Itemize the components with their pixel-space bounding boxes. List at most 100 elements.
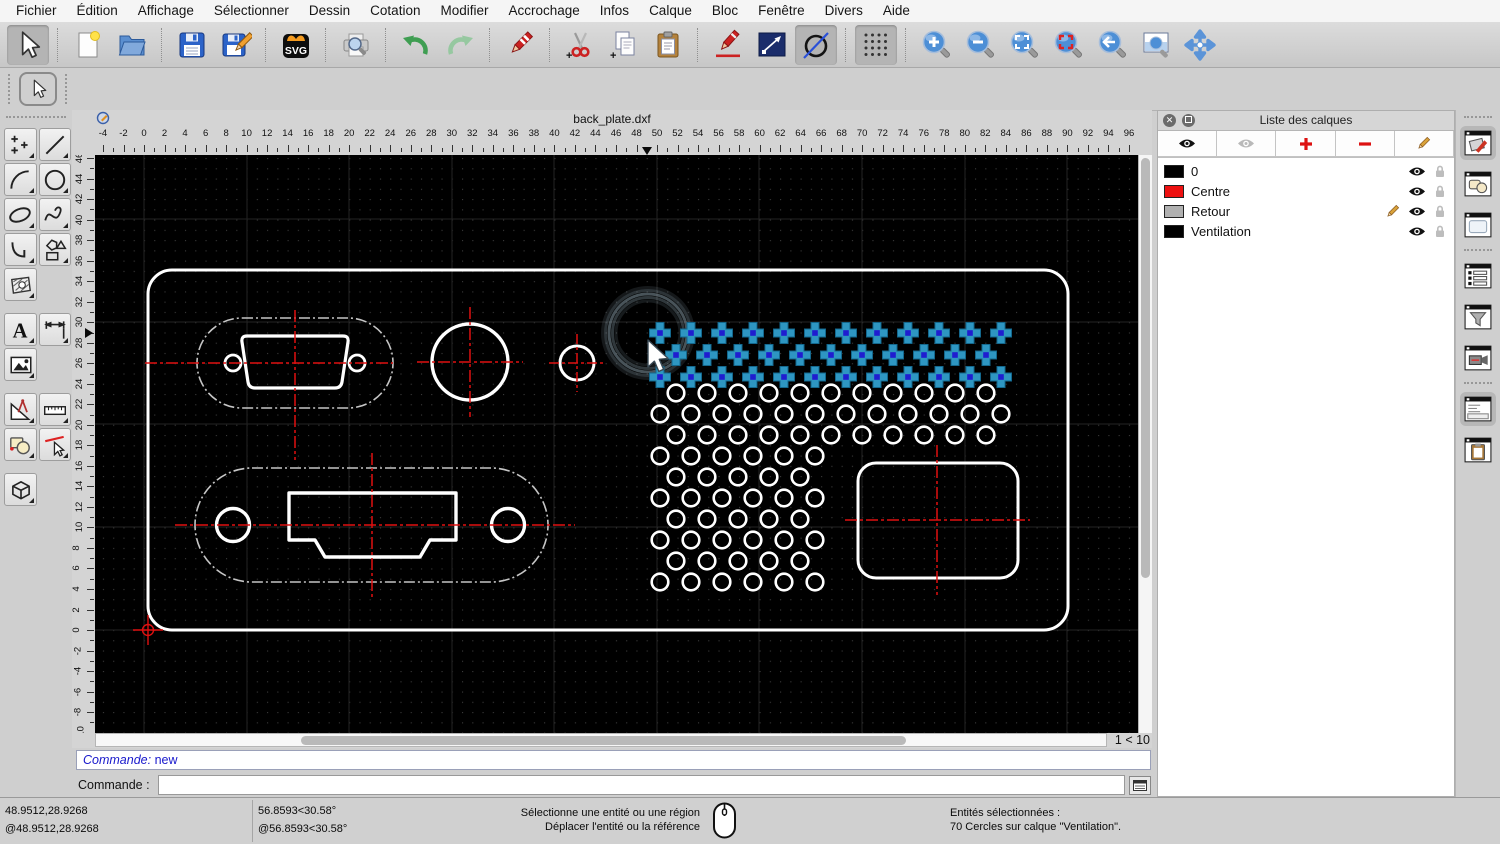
save-button[interactable] (171, 25, 213, 65)
right-button-hint: Déplacer l'entité ou la référence (545, 821, 700, 833)
menu-affichage[interactable]: Affichage (128, 0, 204, 22)
menu-bloc[interactable]: Bloc (702, 0, 748, 22)
zoom-window-button[interactable] (1135, 25, 1177, 65)
layer-row[interactable]: 0 (1158, 161, 1454, 181)
remove-layer-button[interactable] (1335, 131, 1395, 157)
menu-aide[interactable]: Aide (873, 0, 920, 22)
dock-drag-handle[interactable] (1464, 116, 1492, 119)
distance-button[interactable] (751, 25, 793, 65)
zoom-auto-button[interactable] (1003, 25, 1045, 65)
menu-cotation[interactable]: Cotation (360, 0, 430, 22)
menu-accrochage[interactable]: Accrochage (498, 0, 589, 22)
undo-button[interactable] (395, 25, 437, 65)
layer-row[interactable]: Centre (1158, 181, 1454, 201)
horizontal-scrollbar[interactable] (95, 733, 1107, 747)
redo-button[interactable] (439, 25, 481, 65)
order-tool-button[interactable] (38, 428, 71, 461)
palette-drag-handle[interactable] (6, 116, 66, 119)
h-ruler-label: 12 (261, 128, 273, 139)
horizontal-scroll-thumb[interactable] (301, 736, 906, 745)
zoom-out-button[interactable] (959, 25, 1001, 65)
menu-divers[interactable]: Divers (815, 0, 873, 22)
copy-button[interactable]: + (603, 25, 645, 65)
menu-selectionner[interactable]: Sélectionner (204, 0, 299, 22)
delete-button[interactable] (499, 25, 541, 65)
dock-library-button[interactable] (1460, 208, 1496, 242)
layer-visibility-icon[interactable] (1408, 166, 1426, 177)
keyboard-toggle-button[interactable] (1129, 775, 1151, 795)
layer-lock-icon[interactable] (1434, 204, 1446, 218)
measure-tool-button[interactable] (4, 393, 37, 426)
arc-tool-button[interactable] (4, 163, 37, 196)
paste-button[interactable] (647, 25, 689, 65)
dock-entity-list-button[interactable] (1460, 259, 1496, 293)
modify-tool-button[interactable] (4, 428, 37, 461)
layer-color-swatch[interactable] (1164, 224, 1184, 238)
circle-tool-button[interactable] (38, 163, 71, 196)
construction-button[interactable] (795, 24, 837, 65)
dock-layer-list-button[interactable] (1460, 126, 1496, 160)
points-tool-button[interactable] (4, 128, 37, 161)
layer-visibility-icon[interactable] (1408, 206, 1426, 217)
spline-tool-button[interactable] (38, 198, 71, 231)
menu-fichier[interactable]: Fichier (6, 0, 67, 22)
current-tool-button[interactable] (19, 72, 57, 106)
select-tool-button[interactable] (7, 24, 49, 65)
zoom-pan-button[interactable] (1179, 25, 1221, 65)
image-tool-button[interactable] (4, 348, 37, 381)
layer-visibility-icon[interactable] (1408, 226, 1426, 237)
toolbar-drag-handle[interactable] (8, 74, 11, 104)
ellipse-tool-button[interactable] (4, 198, 37, 231)
layer-color-swatch[interactable] (1164, 164, 1184, 178)
show-all-layers-button[interactable] (1158, 131, 1218, 157)
dock-filter-button[interactable] (1460, 300, 1496, 334)
menu-edition[interactable]: Édition (67, 0, 128, 22)
layer-color-swatch[interactable] (1164, 204, 1184, 218)
zoom-previous-button[interactable] (1091, 25, 1133, 65)
polyline-tool-button[interactable] (4, 233, 37, 266)
attributes-button[interactable] (707, 25, 749, 65)
svg-export-button[interactable]: SVG (275, 25, 317, 65)
image-icon (9, 356, 32, 373)
command-input[interactable] (157, 775, 1125, 795)
toolbar-drag-handle[interactable] (65, 74, 68, 104)
dock-views-button[interactable] (1460, 341, 1496, 375)
text-tool-button[interactable]: A (4, 313, 37, 346)
dock-clipboard-button[interactable] (1460, 433, 1496, 467)
zoom-in-button[interactable] (915, 25, 957, 65)
layer-lock-icon[interactable] (1434, 184, 1446, 198)
vertical-scroll-thumb[interactable] (1141, 158, 1150, 578)
layer-lock-icon[interactable] (1434, 164, 1446, 178)
polygon-tool-button[interactable] (38, 233, 71, 266)
cut-button[interactable]: + (559, 25, 601, 65)
zoom-in-icon (922, 30, 951, 58)
drawing-canvas[interactable] (95, 155, 1138, 733)
menu-dessin[interactable]: Dessin (299, 0, 360, 22)
3d-tool-button[interactable] (4, 473, 37, 506)
layer-lock-icon[interactable] (1434, 224, 1446, 238)
edit-layer-button[interactable] (1394, 131, 1455, 157)
dimension-tool-button[interactable] (38, 313, 71, 346)
vertical-scrollbar[interactable] (1138, 155, 1152, 733)
menu-fenetre[interactable]: Fenêtre (748, 0, 815, 22)
open-file-button[interactable] (111, 25, 153, 65)
save-as-button[interactable] (215, 25, 257, 65)
dock-command-button[interactable] (1460, 392, 1496, 426)
dock-block-list-button[interactable] (1460, 167, 1496, 201)
layer-color-swatch[interactable] (1164, 184, 1184, 198)
info-tool-button[interactable] (38, 393, 71, 426)
grid-toggle-button[interactable] (855, 24, 897, 65)
zoom-selected-button[interactable] (1047, 25, 1089, 65)
hatch-tool-button[interactable] (4, 268, 37, 301)
layer-row[interactable]: Retour (1158, 201, 1454, 221)
add-layer-button[interactable] (1276, 131, 1336, 157)
new-file-button[interactable] (67, 25, 109, 65)
menu-calque[interactable]: Calque (639, 0, 702, 22)
layer-visibility-icon[interactable] (1408, 186, 1426, 197)
line-tool-button[interactable] (38, 128, 71, 161)
layer-row[interactable]: Ventilation (1158, 221, 1454, 241)
print-preview-button[interactable] (335, 25, 377, 65)
menu-modifier[interactable]: Modifier (430, 0, 498, 22)
menu-infos[interactable]: Infos (590, 0, 639, 22)
hide-all-layers-button[interactable] (1217, 131, 1277, 157)
